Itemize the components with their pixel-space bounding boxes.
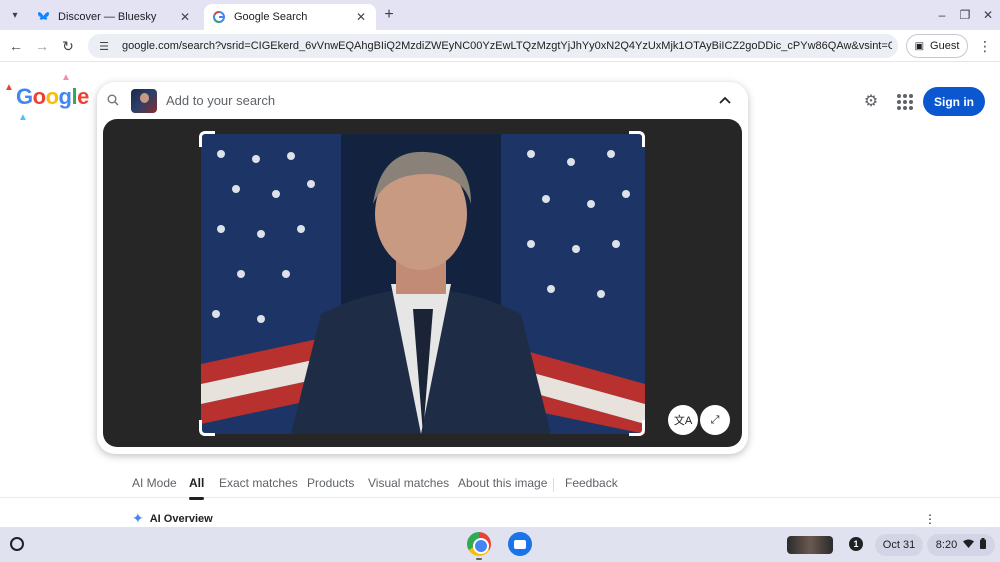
google-g-icon: [212, 10, 226, 24]
search-input[interactable]: Add to your search: [166, 93, 275, 108]
ghost-icon: ▲: [18, 112, 28, 123]
tab-search-menu-icon[interactable]: ▾: [6, 6, 24, 24]
sign-in-button[interactable]: Sign in: [923, 87, 985, 116]
crop-handle-top-right[interactable]: [629, 131, 645, 147]
butterfly-icon: [36, 10, 50, 24]
sparkle-icon: ✦: [132, 510, 144, 526]
result-tabs: AI Mode All Exact matches Products Visua…: [0, 470, 1000, 500]
logo-letter: o: [32, 84, 46, 109]
logo-letter: e: [77, 84, 89, 109]
tab-ai-mode[interactable]: AI Mode: [132, 476, 177, 490]
ai-overview-label: AI Overview: [149, 512, 213, 525]
new-tab-icon[interactable]: +: [380, 6, 398, 24]
browser-toolbar: ← → ↻ ☰ google.com/search?vsrid=CIGEkerd…: [0, 30, 1000, 62]
translate-icon: 文A: [673, 415, 693, 427]
expand-icon: ⤢: [710, 413, 720, 426]
restore-icon[interactable]: ❐: [956, 6, 974, 24]
running-indicator: [476, 558, 482, 560]
profile-icon: ▣: [914, 40, 925, 52]
tab-divider: [553, 478, 554, 492]
close-icon[interactable]: ✕: [354, 10, 368, 24]
forward-arrow-icon[interactable]: →: [32, 36, 52, 56]
tab-title: Discover — Bluesky: [58, 11, 157, 23]
tab-google-search[interactable]: Google Search ✕: [204, 4, 376, 30]
image-preview-stage: 文A ⤢: [103, 119, 742, 447]
search-row: Add to your search: [97, 82, 748, 120]
chrome-app-icon[interactable]: [467, 532, 491, 556]
chevron-up-icon[interactable]: [716, 91, 734, 109]
query-photo: [201, 134, 645, 434]
logo-letter: G: [16, 84, 33, 109]
query-image-thumbnail[interactable]: [131, 89, 157, 113]
crop-handle-bottom-right[interactable]: [629, 420, 645, 436]
expand-button[interactable]: ⤢: [700, 405, 730, 435]
tab-all[interactable]: All: [189, 476, 205, 500]
tab-products[interactable]: Products: [307, 476, 354, 490]
ghost-icon: ▲: [61, 72, 71, 83]
clock-time: 8:20: [935, 539, 958, 551]
address-bar[interactable]: ☰ google.com/search?vsrid=CIGEkerd_6vVnw…: [88, 34, 898, 58]
files-app-icon[interactable]: [508, 532, 532, 556]
ai-overview-heading: ✦ AI Overview: [132, 510, 213, 527]
ghost-icon: ▲: [4, 82, 14, 93]
date-tray[interactable]: Oct 31: [875, 534, 923, 556]
guest-label: Guest: [930, 40, 960, 52]
status-tray[interactable]: 8:20: [927, 534, 995, 556]
more-options-icon[interactable]: ⋮: [924, 512, 936, 526]
tab-feedback[interactable]: Feedback: [565, 476, 618, 490]
crop-handle-top-left[interactable]: [199, 131, 215, 147]
system-shelf: 1 Oct 31 8:20: [0, 527, 1000, 562]
tab-strip: ▾ Discover — Bluesky ✕ Google Search ✕ +…: [0, 0, 1000, 30]
gear-icon[interactable]: ⚙: [862, 92, 880, 110]
url-text: google.com/search?vsrid=CIGEkerd_6vVnwEQ…: [122, 40, 892, 52]
search-icon: [107, 94, 119, 109]
reload-icon[interactable]: ↻: [58, 36, 78, 56]
launcher-icon[interactable]: [10, 537, 24, 551]
apps-grid-icon[interactable]: [897, 94, 913, 110]
tab-bluesky[interactable]: Discover — Bluesky ✕: [28, 4, 200, 30]
tab-visual-matches[interactable]: Visual matches: [368, 476, 449, 490]
back-arrow-icon[interactable]: ←: [6, 36, 26, 56]
logo-letter: o: [45, 84, 59, 109]
translate-button[interactable]: 文A: [668, 405, 698, 435]
wifi-icon: [963, 539, 975, 551]
notification-badge[interactable]: 1: [849, 537, 863, 551]
tab-about-this-image[interactable]: About this image: [458, 476, 547, 490]
close-window-icon[interactable]: ✕: [979, 6, 997, 24]
battery-icon: [980, 538, 987, 552]
tab-exact-matches[interactable]: Exact matches: [219, 476, 298, 490]
site-settings-icon[interactable]: ☰: [96, 38, 112, 54]
search-panel: Add to your search 文A ⤢: [97, 82, 748, 454]
close-icon[interactable]: ✕: [178, 10, 192, 24]
guest-profile-button[interactable]: ▣ Guest: [906, 34, 968, 58]
crop-handle-bottom-left[interactable]: [199, 420, 215, 436]
tab-title: Google Search: [234, 11, 308, 23]
browser-menu-icon[interactable]: ⋮: [976, 36, 994, 56]
screen-capture-thumbnail[interactable]: [787, 536, 833, 554]
logo-letter: g: [58, 84, 72, 109]
minimize-icon[interactable]: –: [933, 6, 951, 24]
